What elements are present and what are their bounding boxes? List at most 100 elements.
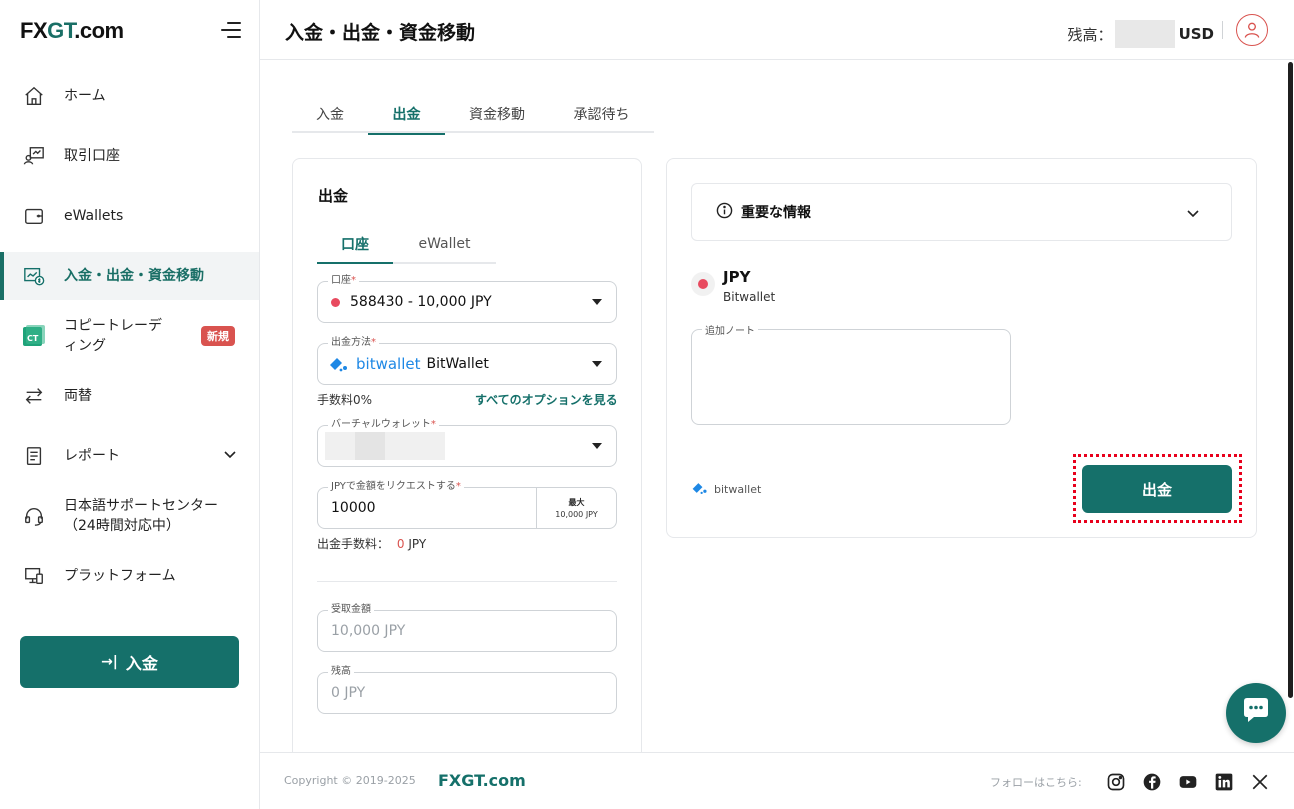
- funds-tabs: 入金 出金 資金移動 承認待ち: [292, 94, 654, 135]
- caret-down-icon: [592, 299, 602, 305]
- chevron-down-icon[interactable]: [222, 446, 238, 466]
- trading-account-icon: [22, 144, 46, 168]
- sidebar-item-label: 取引口座: [64, 148, 120, 164]
- virtual-wallet-masked: [325, 432, 445, 460]
- sidebar-item-report[interactable]: レポート: [0, 432, 259, 480]
- tab-transfer[interactable]: 資金移動: [445, 94, 549, 133]
- sidebar-item-label: コピートレーディング: [64, 318, 162, 354]
- max-value: 10,000 JPY: [555, 510, 598, 519]
- sidebar: FXGT.com ホーム 取引口座 eWallets 入金・出金・資金移動 CT…: [0, 0, 260, 809]
- withdraw-fee: 出金手数料： 0 JPY: [317, 535, 426, 552]
- withdraw-fee-label: 出金手数料：: [317, 537, 390, 551]
- chevron-down-icon: [1185, 205, 1201, 225]
- withdraw-title: 出金: [318, 187, 349, 205]
- sidebar-item-exchange[interactable]: 両替: [0, 372, 259, 420]
- funds-transfer-icon: [22, 264, 46, 288]
- remaining-balance-field: 残高 0 JPY: [317, 665, 617, 714]
- receive-value: 10,000 JPY: [331, 623, 406, 639]
- caret-down-icon: [592, 361, 602, 367]
- sidebar-item-copy-trading[interactable]: CT コピートレーディング 新規: [0, 312, 259, 360]
- copyright: Copyright © 2019-2025: [284, 774, 416, 787]
- account-select[interactable]: 口座* 588430 - 10,000 JPY: [317, 274, 617, 323]
- sidebar-item-ewallets[interactable]: eWallets: [0, 192, 259, 240]
- subtab-ewallet[interactable]: eWallet: [393, 226, 496, 262]
- svg-text:CT: CT: [27, 334, 39, 343]
- receive-label: 受取金額: [328, 603, 374, 617]
- account-label: 口座: [331, 275, 351, 286]
- headset-icon: [22, 504, 46, 528]
- sidebar-item-funds[interactable]: 入金・出金・資金移動: [0, 252, 259, 300]
- remaining-balance-label: 残高: [328, 665, 354, 679]
- important-info-accordion[interactable]: 重要な情報: [691, 183, 1232, 241]
- caret-down-icon: [592, 443, 602, 449]
- withdraw-fee-value: 0: [396, 537, 405, 551]
- bitwallet-footer-logo: bitwallet: [691, 480, 761, 499]
- fee-text: 手数料0%: [317, 393, 373, 407]
- footer-brand[interactable]: FXGT.com: [438, 771, 526, 790]
- balance-label: 残高：: [1067, 25, 1113, 44]
- method-label: 出金方法: [331, 337, 371, 348]
- report-icon: [22, 444, 46, 468]
- sidebar-item-platform[interactable]: プラットフォーム: [0, 552, 259, 600]
- withdraw-button[interactable]: 出金: [1082, 465, 1232, 513]
- method-select[interactable]: 出金方法* bitwallet BitWallet: [317, 336, 617, 385]
- follow-label: フォローはこちら:: [990, 776, 1082, 789]
- currency-code: JPY: [723, 268, 751, 286]
- user-avatar-icon[interactable]: [1236, 14, 1268, 46]
- home-icon: [22, 84, 46, 108]
- receive-amount-field: 受取金額 10,000 JPY: [317, 603, 617, 652]
- virtual-wallet-label: バーチャルウォレット: [331, 419, 431, 430]
- remaining-balance-value: 0 JPY: [331, 685, 366, 701]
- new-badge: 新規: [201, 326, 235, 346]
- linkedin-icon[interactable]: [1213, 771, 1235, 793]
- platform-icon: [22, 564, 46, 588]
- facebook-icon[interactable]: [1141, 771, 1163, 793]
- sidebar-item-trading-accounts[interactable]: 取引口座: [0, 132, 259, 180]
- max-label: 最大: [568, 498, 585, 507]
- balance-currency: USD: [1178, 25, 1214, 43]
- info-icon: [716, 202, 733, 223]
- deposit-button[interactable]: →| 入金: [20, 636, 239, 688]
- sidebar-item-label: レポート: [64, 448, 120, 464]
- chat-button[interactable]: [1226, 683, 1286, 743]
- method-value: BitWallet: [426, 356, 489, 372]
- sidebar-item-label: eWallets: [64, 208, 124, 224]
- additional-note-textarea[interactable]: 追加ノート: [691, 322, 1011, 425]
- sidebar-item-label: プラットフォーム: [64, 568, 176, 584]
- divider: [317, 581, 617, 582]
- amount-input[interactable]: JPYで金額をリクエストする* 10000 最大 10,000 JPY: [317, 480, 617, 529]
- instagram-icon[interactable]: [1105, 771, 1127, 793]
- bitwallet-logo-text: bitwallet: [356, 355, 421, 373]
- currency-dot-icon: [331, 297, 340, 307]
- balance-display: 残高： USD: [1068, 20, 1214, 48]
- bitwallet-logo-icon: [691, 480, 709, 499]
- footer: Copyright © 2019-2025 FXGT.com フォローはこちら:: [260, 752, 1294, 809]
- sidebar-item-label: ホーム: [64, 88, 106, 104]
- max-amount-button[interactable]: 最大 10,000 JPY: [536, 488, 616, 528]
- sidebar-item-home[interactable]: ホーム: [0, 72, 259, 120]
- bitwallet-logo-text: bitwallet: [714, 483, 762, 496]
- account-value: 588430 - 10,000 JPY: [350, 294, 492, 310]
- tab-deposit[interactable]: 入金: [292, 94, 368, 133]
- scrollbar[interactable]: [1288, 62, 1293, 698]
- note-label: 追加ノート: [702, 322, 758, 337]
- login-arrow-icon: →|: [101, 654, 118, 670]
- currency-method: Bitwallet: [723, 290, 776, 304]
- youtube-icon[interactable]: [1177, 771, 1199, 793]
- bitwallet-logo-icon: [328, 355, 350, 373]
- subtab-account[interactable]: 口座: [317, 226, 393, 264]
- sidebar-item-label: 入金・出金・資金移動: [64, 268, 204, 284]
- tab-withdraw[interactable]: 出金: [368, 94, 445, 135]
- virtual-wallet-select[interactable]: バーチャルウォレット*: [317, 418, 617, 467]
- exchange-icon: [22, 384, 46, 408]
- balance-value-masked: [1114, 20, 1175, 48]
- all-options-link[interactable]: すべてのオプションを見る: [475, 391, 618, 408]
- sidebar-item-support[interactable]: 日本語サポートセンター（24時間対応中）: [0, 492, 259, 540]
- fxgt-logo[interactable]: FXGT.com: [20, 18, 124, 44]
- menu-toggle-icon[interactable]: [219, 20, 241, 40]
- x-icon[interactable]: [1249, 771, 1271, 793]
- amount-value: 10000: [331, 500, 376, 516]
- withdraw-subtabs: 口座 eWallet: [317, 226, 496, 264]
- tab-pending[interactable]: 承認待ち: [549, 94, 654, 133]
- sidebar-item-label: 両替: [64, 388, 92, 404]
